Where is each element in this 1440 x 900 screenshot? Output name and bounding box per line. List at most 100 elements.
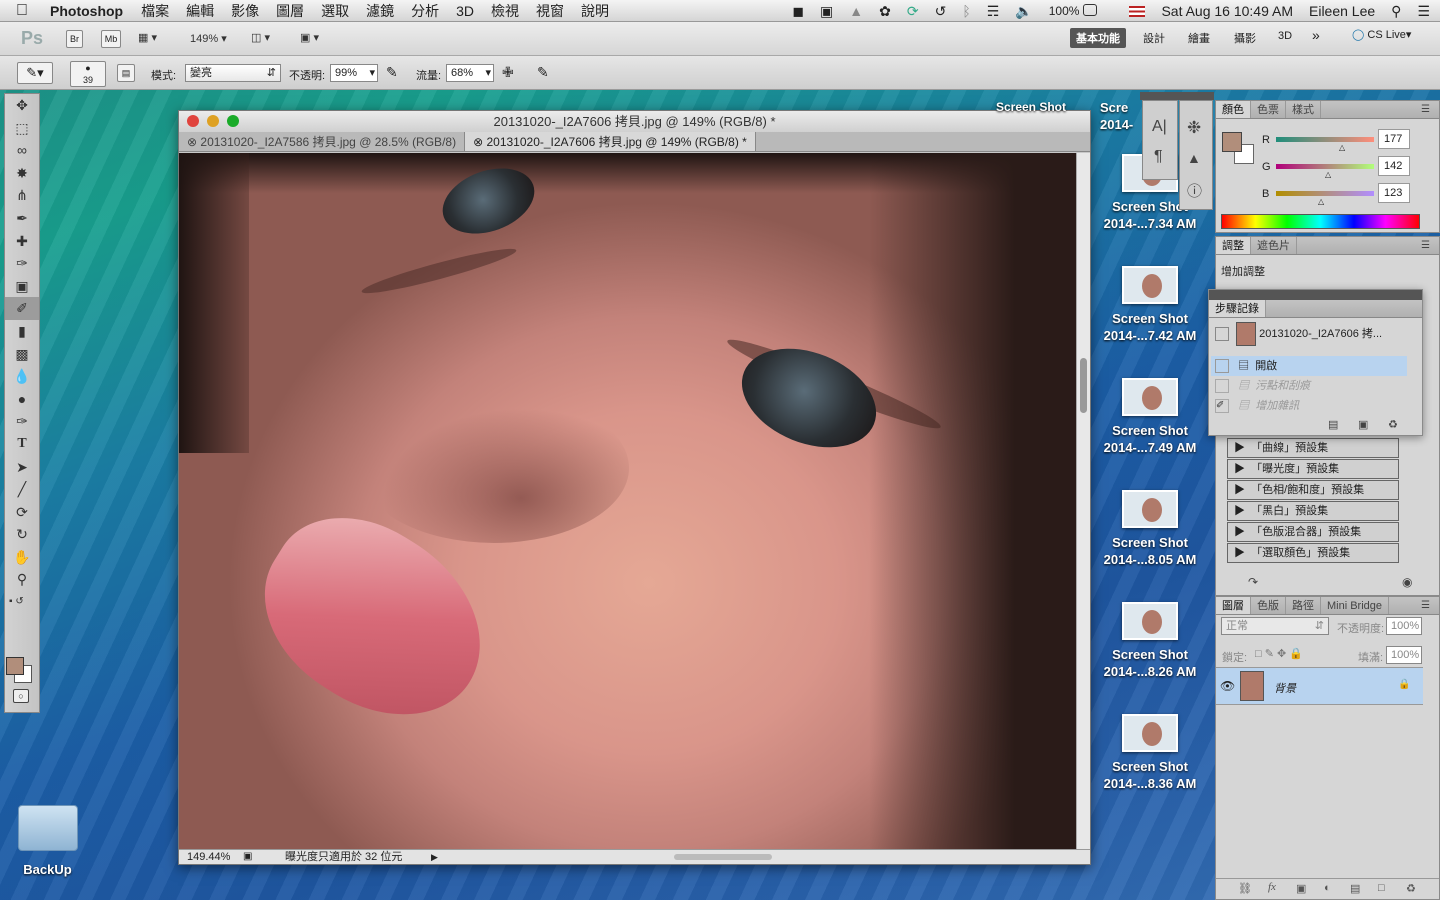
history-title[interactable]: 步驟記錄 xyxy=(1209,300,1266,317)
close-tab-icon[interactable]: ⊗ xyxy=(187,135,197,149)
app-menu[interactable]: Photoshop xyxy=(50,3,123,19)
menu-3d[interactable]: 3D xyxy=(456,3,474,19)
color-fg-swatch[interactable] xyxy=(1222,132,1242,152)
mode-select[interactable]: 變亮 ⇵ xyxy=(185,64,281,82)
battery-text[interactable]: 100% xyxy=(1049,4,1080,18)
workspace-photography[interactable]: 攝影 xyxy=(1234,30,1256,46)
menu-layer[interactable]: 圖層 xyxy=(276,1,304,21)
desktop-icon-partial[interactable]: Scre 2014- xyxy=(1100,99,1140,133)
histogram-panel-icon[interactable]: ▲ xyxy=(1187,150,1201,166)
volume-icon[interactable]: 🔈 xyxy=(1015,3,1032,20)
status-preview-icon[interactable]: ▣ xyxy=(243,850,252,864)
snapshot-source-checkbox[interactable] xyxy=(1215,327,1229,341)
horizontal-scroll-thumb[interactable] xyxy=(674,854,772,860)
move-tool-icon[interactable]: ✥ xyxy=(5,94,39,117)
status-icon-2[interactable]: ▣ xyxy=(820,3,833,20)
image-canvas[interactable] xyxy=(179,153,1077,850)
tab-swatches[interactable]: 色票 xyxy=(1251,101,1286,118)
new-layer-icon[interactable]: □ xyxy=(1378,882,1385,894)
history-panel-grip[interactable] xyxy=(1209,290,1422,300)
bridge-button[interactable]: Br xyxy=(66,30,83,48)
adjust-panel-menu-icon[interactable]: ☰ xyxy=(1421,240,1430,251)
adjust-return-icon[interactable]: ↷ xyxy=(1248,575,1258,589)
delete-state-icon[interactable]: ♻ xyxy=(1388,418,1398,431)
g-value[interactable]: 142 xyxy=(1378,156,1410,176)
preset-exposure[interactable]: ▶ 「曝光度」預設集 xyxy=(1227,459,1399,479)
tool-preset-picker[interactable]: ✎▾ xyxy=(17,62,53,84)
brush-size-picker[interactable]: ● 39 xyxy=(70,61,106,87)
workspace-painting[interactable]: 繪畫 xyxy=(1188,30,1210,46)
battery-icon[interactable] xyxy=(1083,3,1113,19)
menu-edit[interactable]: 編輯 xyxy=(186,1,214,21)
color-panel-menu-icon[interactable]: ☰ xyxy=(1421,104,1430,115)
tab-styles[interactable]: 樣式 xyxy=(1286,101,1321,118)
fill-input[interactable]: 100% xyxy=(1386,646,1422,664)
info-panel-icon[interactable]: ⓘ xyxy=(1187,180,1202,201)
pen-tool-icon[interactable]: ✑ xyxy=(5,410,39,433)
menu-view[interactable]: 檢視 xyxy=(491,1,519,21)
history-step-open[interactable]: ▤ 開啟 xyxy=(1211,356,1407,376)
zoom-tool-icon[interactable]: ⚲ xyxy=(5,568,39,591)
desktop-icon-screenshot[interactable]: Screen Shot 2014-...8.26 AM xyxy=(1095,602,1205,680)
tab-paths[interactable]: 路徑 xyxy=(1286,597,1321,614)
preset-black-white[interactable]: ▶ 「黑白」預設集 xyxy=(1227,501,1399,521)
r-value[interactable]: 177 xyxy=(1378,129,1410,149)
preset-curves[interactable]: ▶ 「曲線」預設集 xyxy=(1227,438,1399,458)
clock[interactable]: Sat Aug 16 10:49 AM xyxy=(1161,3,1293,19)
path-selection-tool-icon[interactable]: ➤ xyxy=(5,456,39,479)
vertical-scroll-thumb[interactable] xyxy=(1080,358,1087,413)
bluetooth-icon[interactable]: ᛒ xyxy=(962,3,970,19)
layers-panel-menu-icon[interactable]: ☰ xyxy=(1421,600,1430,611)
b-slider[interactable] xyxy=(1276,191,1374,196)
layer-visibility-eye-icon[interactable]: 👁 xyxy=(1220,679,1235,693)
eraser-tool-icon[interactable]: ▮ xyxy=(5,320,39,343)
dodge-tool-icon[interactable]: ● xyxy=(5,388,39,411)
desktop-folder-backup[interactable]: BackUp xyxy=(0,805,95,878)
notification-center-icon[interactable]: ☰ xyxy=(1417,3,1430,20)
menu-filter[interactable]: 濾鏡 xyxy=(366,1,394,21)
doc-tab-2[interactable]: ⊗ 20131020-_I2A7606 拷貝.jpg @ 149% (RGB/8… xyxy=(465,132,756,151)
flag-icon[interactable] xyxy=(1129,5,1146,17)
3d-rotate-tool-icon[interactable]: ⟳ xyxy=(5,501,39,524)
type-tool-icon[interactable]: T xyxy=(5,433,39,456)
desktop-icon-screenshot[interactable]: Screen Shot 2014-...8.05 AM xyxy=(1095,490,1205,568)
eyedropper-tool-icon[interactable]: ✒ xyxy=(5,207,39,230)
menu-window[interactable]: 視窗 xyxy=(536,1,564,21)
new-group-icon[interactable]: ▤ xyxy=(1350,882,1360,895)
arrange-dropdown[interactable]: ◫ ▾ xyxy=(251,31,270,44)
menu-select[interactable]: 選取 xyxy=(321,1,349,21)
wifi-icon[interactable]: ☴ xyxy=(987,3,1000,20)
delete-layer-icon[interactable]: ♻ xyxy=(1406,882,1416,895)
zoom-window-button[interactable] xyxy=(227,115,239,127)
extras-dropdown[interactable]: ▦ ▾ xyxy=(138,31,157,44)
history-step-dust-scratches[interactable]: ▤ 污點和刮痕 xyxy=(1211,376,1407,396)
airbrush-icon[interactable]: ✙ xyxy=(502,64,514,81)
b-value[interactable]: 123 xyxy=(1378,183,1410,203)
history-source-checkbox[interactable] xyxy=(1215,359,1229,374)
quick-mask-icon[interactable]: ○ xyxy=(13,689,29,703)
workspace-more[interactable]: » xyxy=(1312,27,1320,43)
character-panel-icon[interactable]: A| xyxy=(1152,118,1167,136)
pressure-opacity-icon[interactable]: ✎ xyxy=(386,64,398,81)
opacity-input[interactable]: 99% ▾ xyxy=(330,64,378,82)
close-tab-icon[interactable]: ⊗ xyxy=(473,135,483,149)
add-mask-icon[interactable]: ▣ xyxy=(1296,882,1306,895)
default-colors-icon[interactable]: ▪ ↺ xyxy=(5,591,39,614)
history-brush-tool-icon[interactable]: ✐ xyxy=(5,297,39,320)
screen-mode-dropdown[interactable]: ▣ ▾ xyxy=(300,31,319,44)
brush-tool-icon[interactable]: ✑ xyxy=(5,252,39,275)
desktop-icon-screenshot[interactable]: Screen Shot 2014-...7.49 AM xyxy=(1095,378,1205,456)
lasso-tool-icon[interactable]: ∞ xyxy=(5,139,39,162)
hand-tool-icon[interactable]: ✋ xyxy=(5,546,39,569)
clone-stamp-tool-icon[interactable]: ▣ xyxy=(5,275,39,298)
desktop-icon-screenshot[interactable]: Screen Shot 2014-...7.42 AM xyxy=(1095,266,1205,344)
zoom-dropdown[interactable]: 149% ▾ xyxy=(190,32,227,45)
user-name[interactable]: Eileen Lee xyxy=(1309,3,1375,19)
crop-tool-icon[interactable]: ⋔ xyxy=(5,184,39,207)
sync-icon[interactable]: ⟳ xyxy=(907,3,919,20)
preset-selective-color[interactable]: ▶ 「選取顏色」預設集 xyxy=(1227,543,1399,563)
flow-input[interactable]: 68% ▾ xyxy=(446,64,494,82)
menu-help[interactable]: 說明 xyxy=(581,1,609,21)
tab-layers[interactable]: 圖層 xyxy=(1216,597,1251,614)
menu-image[interactable]: 影像 xyxy=(231,1,259,21)
